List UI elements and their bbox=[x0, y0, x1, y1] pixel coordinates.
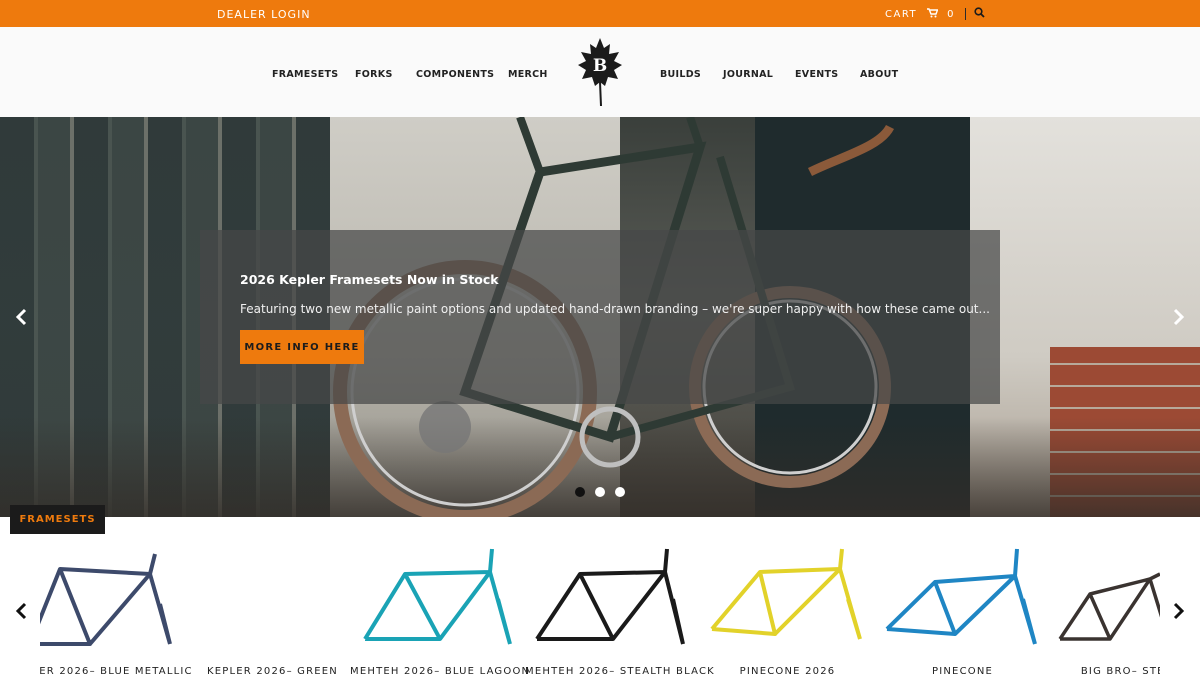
products-next-arrow-icon[interactable] bbox=[1170, 599, 1188, 623]
hero-next-arrow-icon[interactable] bbox=[1170, 305, 1188, 329]
slider-dot-2[interactable] bbox=[595, 487, 605, 497]
search-icon[interactable] bbox=[974, 7, 985, 21]
nav-events[interactable]: EVENTS bbox=[795, 69, 838, 80]
slider-dot-1[interactable] bbox=[575, 487, 585, 497]
main-nav: FRAMESETS FORKS COMPONENTS MERCH B BUILD… bbox=[0, 27, 1200, 117]
product-card[interactable]: MEHTEH 2026– STEALTH BLACK bbox=[525, 540, 714, 675]
product-carousel: KEPLER 2026– BLUE METALLIC KEPLER 2026– … bbox=[40, 540, 1160, 675]
product-name[interactable]: MEHTEH 2026– STEALTH BLACK bbox=[525, 666, 714, 675]
product-card[interactable]: KEPLER 2026– BLUE METALLIC bbox=[40, 540, 192, 675]
product-card[interactable]: PINECONE 2026 bbox=[700, 540, 875, 675]
nav-framesets[interactable]: FRAMESETS bbox=[272, 69, 338, 80]
hero-slider: 2026 Kepler Framesets Now in Stock Featu… bbox=[0, 117, 1200, 517]
hero-title: 2026 Kepler Framesets Now in Stock bbox=[240, 272, 499, 287]
frameset-image bbox=[1058, 572, 1160, 641]
frameset-image bbox=[40, 553, 172, 646]
cart-count: 0 bbox=[947, 8, 956, 20]
frameset-image bbox=[885, 548, 1037, 645]
hero-text: Featuring two new metallic paint options… bbox=[240, 302, 990, 316]
hero-caption: 2026 Kepler Framesets Now in Stock Featu… bbox=[200, 230, 1000, 404]
product-name[interactable]: PINECONE bbox=[875, 666, 1050, 675]
nav-components[interactable]: COMPONENTS bbox=[416, 69, 494, 80]
products-prev-arrow-icon[interactable] bbox=[12, 599, 30, 623]
frameset-image bbox=[535, 548, 685, 645]
dealer-login-link[interactable]: DEALER LOGIN bbox=[217, 8, 311, 21]
slider-dots bbox=[575, 487, 625, 497]
product-name[interactable]: PINECONE 2026 bbox=[700, 666, 875, 675]
product-card[interactable]: PINECONE bbox=[875, 540, 1050, 675]
product-name[interactable]: MEHTEH 2026– BLUE LAGOON bbox=[350, 666, 529, 675]
nav-journal[interactable]: JOURNAL bbox=[723, 69, 773, 80]
product-name[interactable]: BIG BRO– STEALTH bbox=[1050, 666, 1160, 675]
product-name[interactable]: KEPLER 2026– GREEN bbox=[185, 666, 360, 675]
cart-icon[interactable] bbox=[927, 7, 939, 21]
top-bar: DEALER LOGIN CART 0 bbox=[0, 0, 1200, 27]
frameset-image bbox=[710, 548, 862, 640]
nav-builds[interactable]: BUILDS bbox=[660, 69, 701, 80]
frameset-image bbox=[363, 548, 512, 645]
framesets-section-tag: FRAMESETS bbox=[10, 505, 105, 534]
product-name[interactable]: KEPLER 2026– BLUE METALLIC bbox=[40, 666, 192, 675]
logo-letter: B bbox=[593, 56, 607, 76]
more-info-button[interactable]: MORE INFO HERE bbox=[240, 330, 364, 364]
slider-dot-3[interactable] bbox=[615, 487, 625, 497]
product-card[interactable]: BIG BRO– STEALTH bbox=[1050, 540, 1160, 675]
cart-link[interactable]: CART bbox=[885, 9, 917, 20]
nav-forks[interactable]: FORKS bbox=[355, 69, 393, 80]
frameset-image bbox=[185, 544, 360, 654]
cart-area: CART 0 bbox=[885, 7, 985, 21]
product-card[interactable]: KEPLER 2026– GREEN bbox=[185, 540, 360, 675]
product-card[interactable]: MEHTEH 2026– BLUE LAGOON bbox=[350, 540, 529, 675]
brand-logo[interactable]: B bbox=[577, 36, 623, 108]
hero-prev-arrow-icon[interactable] bbox=[12, 305, 30, 329]
nav-merch[interactable]: MERCH bbox=[508, 69, 548, 80]
divider bbox=[965, 8, 967, 20]
nav-about[interactable]: ABOUT bbox=[860, 69, 898, 80]
